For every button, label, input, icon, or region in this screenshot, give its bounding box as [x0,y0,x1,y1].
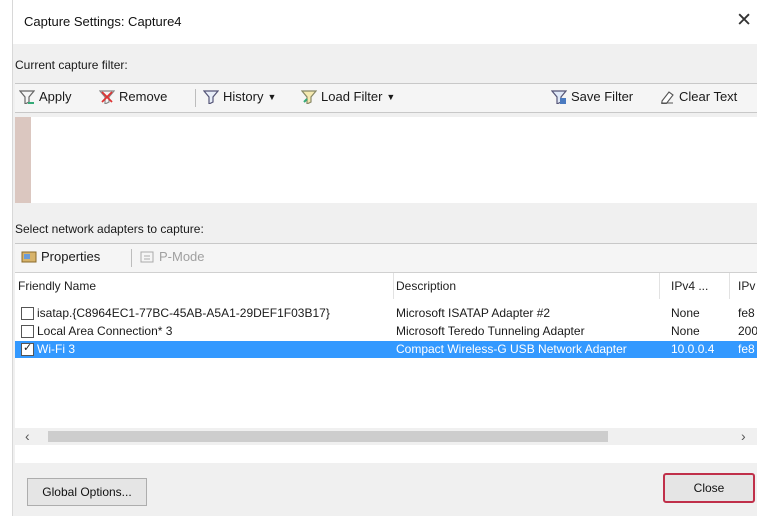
save-filter-label: Save Filter [571,89,634,104]
filter-history-icon [202,89,220,105]
filter-apply-icon [18,89,36,105]
eraser-icon [659,90,675,105]
properties-icon [21,250,37,264]
scroll-right-icon[interactable]: › [741,428,746,444]
adapter-checkbox[interactable] [21,341,34,356]
scroll-left-icon[interactable]: ‹ [25,428,30,444]
pmode-icon [139,250,155,264]
adapter-friendly-name: isatap.{C8964EC1-77BC-45AB-A5A1-29DEF1F0… [37,306,330,320]
remove-button[interactable]: Remove [98,89,168,105]
adapter-checkbox[interactable] [21,307,34,320]
adapter-ipv4: None [671,306,700,320]
capture-settings-dialog: Capture Settings: Capture4 ✕ Current cap… [12,0,757,516]
table-row[interactable]: Wi-Fi 3 Compact Wireless-G USB Network A… [15,341,757,358]
pmode-label: P-Mode [159,249,205,264]
adapter-ipv4: None [671,324,700,338]
chevron-down-icon: ▼ [386,91,396,102]
history-button[interactable]: History ▼ [202,89,277,105]
adapter-friendly-name: Wi-Fi 3 [37,342,75,356]
adapters-label: Select network adapters to capture: [15,222,204,236]
pmode-button[interactable]: P-Mode [139,249,205,264]
adapter-description: Microsoft ISATAP Adapter #2 [396,306,551,320]
clear-text-button[interactable]: Clear Text [659,89,738,105]
clear-text-label: Clear Text [679,89,738,104]
properties-label: Properties [41,249,101,264]
adapter-description: Compact Wireless-G USB Network Adapter [396,342,627,356]
apply-button[interactable]: Apply [18,89,72,105]
column-description[interactable]: Description [396,273,456,299]
filter-save-icon [550,89,568,105]
column-ipv6[interactable]: IPv [738,273,755,299]
chevron-down-icon: ▼ [267,91,277,102]
adapter-checkbox[interactable] [21,325,34,338]
capture-filter-editor[interactable] [15,117,757,203]
toolbar-separator [131,249,132,267]
scrollbar-thumb[interactable] [48,431,608,442]
filter-load-icon [300,89,318,105]
apply-label: Apply [39,89,72,104]
toolbar-separator [195,89,196,107]
filter-toolbar: Apply Remove History ▼ Load Filter ▼ Sav… [15,83,757,113]
horizontal-scrollbar[interactable]: ‹ › [15,428,757,445]
filter-remove-icon [98,89,116,105]
column-divider[interactable] [729,273,730,299]
load-filter-label: Load Filter [321,89,383,104]
load-filter-button[interactable]: Load Filter ▼ [300,89,396,105]
column-friendly-name[interactable]: Friendly Name [18,273,96,299]
adapter-ipv6: 200 [738,324,757,338]
adapter-ipv6: fe8 [738,306,755,320]
filter-editor-gutter [15,117,31,203]
table-row[interactable]: Local Area Connection* 3 Microsoft Tered… [15,323,757,340]
adapter-description: Microsoft Teredo Tunneling Adapter [396,324,585,338]
capture-filter-label: Current capture filter: [15,58,128,72]
adapter-toolbar: Properties P-Mode [15,243,757,273]
adapter-ipv4: 10.0.0.4 [671,342,715,356]
adapter-ipv6: fe8 [738,342,755,356]
remove-label: Remove [119,89,168,104]
adapter-friendly-name: Local Area Connection* 3 [37,324,173,338]
close-button[interactable]: Close [663,473,755,503]
close-icon[interactable]: ✕ [736,9,752,31]
save-filter-button[interactable]: Save Filter [550,89,634,105]
history-label: History [223,89,264,104]
column-divider[interactable] [659,273,660,299]
global-options-button[interactable]: Global Options... [27,478,147,506]
title-bar: Capture Settings: Capture4 ✕ [13,0,757,44]
window-title: Capture Settings: Capture4 [24,14,182,29]
table-row[interactable]: isatap.{C8964EC1-77BC-45AB-A5A1-29DEF1F0… [15,305,757,322]
column-divider[interactable] [393,273,394,299]
properties-button[interactable]: Properties [21,249,100,264]
column-ipv4[interactable]: IPv4 ... [671,273,708,299]
